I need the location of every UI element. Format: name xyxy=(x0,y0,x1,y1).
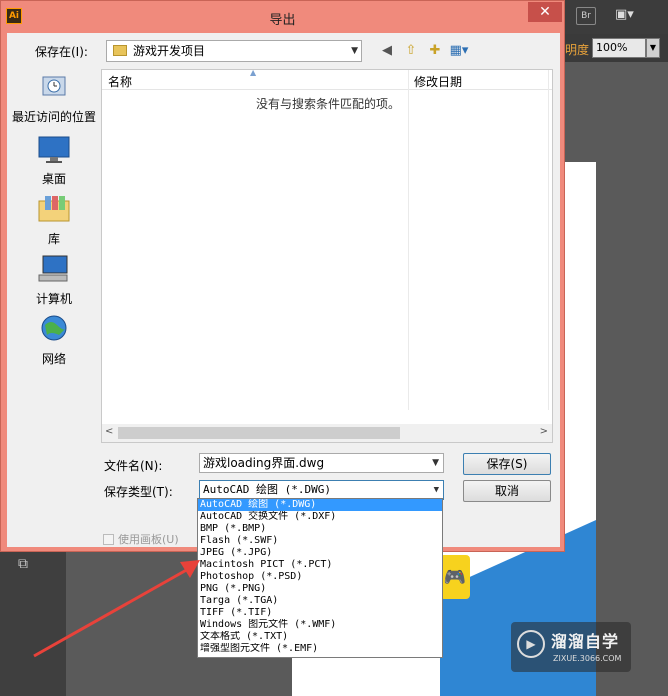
opacity-label: 明度 xyxy=(565,43,590,57)
gamepad-icon: 🎮 xyxy=(440,555,470,599)
save-button[interactable]: 保存(S) xyxy=(463,453,551,475)
file-list[interactable]: ▲ 名称 修改日期 没有与搜索条件匹配的项。 < > xyxy=(101,68,553,443)
filetype-option[interactable]: Flash (*.SWF) xyxy=(198,535,442,547)
filetype-option[interactable]: AutoCAD 绘图 (*.DWG) xyxy=(198,499,442,511)
use-artboards-label: 使用画板(U) xyxy=(118,533,179,546)
dialog-body: 保存在(I): 游戏开发项目 ▼ ◀ ⇧ ✚ ▦▾ 最近访问的位置 桌面 库 计… xyxy=(7,33,560,547)
filetype-dropdown[interactable]: AutoCAD 绘图 (*.DWG) ▼ xyxy=(199,480,444,500)
filetype-label: 保存类型(T): xyxy=(104,485,173,499)
watermark-title: 溜溜自学 xyxy=(551,632,620,651)
place-libraries[interactable]: 库 xyxy=(7,193,101,247)
dialog-titlebar[interactable]: Ai 导出 ✕ xyxy=(1,1,564,33)
filetype-option[interactable]: Windows 图元文件 (*.WMF) xyxy=(198,619,442,631)
save-in-dropdown[interactable]: 游戏开发项目 ▼ xyxy=(106,40,362,62)
place-computer[interactable]: 计算机 xyxy=(7,253,101,307)
workspace-layout-icon[interactable]: ▣▾ xyxy=(615,7,653,25)
filename-value: 游戏loading界面.dwg xyxy=(203,456,325,470)
filetype-option[interactable]: 增强型图元文件 (*.EMF) xyxy=(198,643,442,655)
use-artboards-checkbox[interactable] xyxy=(103,533,114,545)
dialog-title: 导出 xyxy=(269,13,296,28)
column-divider[interactable] xyxy=(408,70,409,410)
recent-places-icon xyxy=(42,76,66,96)
export-dialog: Ai 导出 ✕ 保存在(I): 游戏开发项目 ▼ ◀ ⇧ ✚ ▦▾ 最近访问的位… xyxy=(0,0,565,552)
view-menu-icon[interactable]: ▦▾ xyxy=(449,42,469,60)
tools-panel xyxy=(0,552,66,696)
place-label: 桌面 xyxy=(41,172,66,186)
back-icon[interactable]: ◀ xyxy=(377,42,397,60)
sort-arrow-icon: ▲ xyxy=(250,68,257,77)
scroll-right-icon[interactable]: > xyxy=(540,426,548,437)
filetype-option[interactable]: TIFF (*.TIF) xyxy=(198,607,442,619)
cancel-button[interactable]: 取消 xyxy=(463,480,551,502)
filetype-option[interactable]: Macintosh PICT (*.PCT) xyxy=(198,559,442,571)
filename-input[interactable]: 游戏loading界面.dwg ▼ xyxy=(199,453,444,473)
filetype-option[interactable]: PNG (*.PNG) xyxy=(198,583,442,595)
watermark-logo-icon: ▶ xyxy=(517,630,545,658)
scrollbar-thumb[interactable] xyxy=(118,427,400,439)
column-divider[interactable] xyxy=(548,70,549,410)
chevron-down-icon: ▼ xyxy=(351,46,358,56)
zoom-field[interactable]: 100% xyxy=(592,38,646,58)
filetype-value: AutoCAD 绘图 (*.DWG) xyxy=(203,483,331,496)
horizontal-scrollbar[interactable]: < > xyxy=(102,424,552,442)
empty-message: 没有与搜索条件匹配的项。 xyxy=(256,97,401,111)
filetype-option[interactable]: 文本格式 (*.TXT) xyxy=(198,631,442,643)
chevron-down-icon: ▼ xyxy=(433,485,439,495)
watermark: ▶ 溜溜自学 ZIXUE.3066.COM xyxy=(511,622,631,672)
up-folder-icon[interactable]: ⇧ xyxy=(401,42,421,60)
filetype-option[interactable]: BMP (*.BMP) xyxy=(198,523,442,535)
column-modified-date[interactable]: 修改日期 xyxy=(414,73,462,90)
filename-label: 文件名(N): xyxy=(104,459,163,473)
place-label: 最近访问的位置 xyxy=(11,110,96,124)
filetype-option[interactable]: Targa (*.TGA) xyxy=(198,595,442,607)
place-desktop[interactable]: 桌面 xyxy=(7,133,101,187)
bridge-button[interactable]: Br xyxy=(576,7,596,25)
place-network[interactable]: 网络 xyxy=(7,313,101,367)
folder-icon xyxy=(113,45,127,56)
scroll-left-icon[interactable]: < xyxy=(105,426,113,437)
use-artboards-option[interactable]: 使用画板(U) xyxy=(103,531,179,547)
places-bar: 最近访问的位置 桌面 库 计算机 网络 xyxy=(7,69,101,409)
place-label: 计算机 xyxy=(35,292,72,306)
new-folder-icon[interactable]: ✚ xyxy=(425,42,445,60)
desktop-icon xyxy=(38,136,70,163)
save-in-value: 游戏开发项目 xyxy=(133,44,206,58)
close-button[interactable]: ✕ xyxy=(528,2,562,22)
filetype-option[interactable]: JPEG (*.JPG) xyxy=(198,547,442,559)
artboard-tool-icon[interactable]: ⧉ xyxy=(18,556,40,572)
place-recent[interactable]: 最近访问的位置 xyxy=(7,71,101,125)
network-icon xyxy=(41,315,67,341)
watermark-url: ZIXUE.3066.COM xyxy=(553,654,622,663)
place-label: 库 xyxy=(47,232,60,246)
computer-icon xyxy=(38,255,68,282)
column-name[interactable]: 名称 xyxy=(108,73,132,90)
chevron-down-icon[interactable]: ▼ xyxy=(432,454,439,472)
filetype-options-list[interactable]: AutoCAD 绘图 (*.DWG) AutoCAD 交换文件 (*.DXF) … xyxy=(197,498,443,658)
place-label: 网络 xyxy=(41,352,66,366)
filetype-option[interactable]: AutoCAD 交换文件 (*.DXF) xyxy=(198,511,442,523)
libraries-icon xyxy=(38,196,70,222)
column-header: ▲ 名称 修改日期 xyxy=(102,68,552,90)
zoom-dropdown-icon[interactable]: ▼ xyxy=(646,38,660,58)
save-in-label: 保存在(I): xyxy=(35,45,88,59)
filetype-option[interactable]: Photoshop (*.PSD) xyxy=(198,571,442,583)
nav-toolbar: ◀ ⇧ ✚ ▦▾ xyxy=(377,42,469,62)
